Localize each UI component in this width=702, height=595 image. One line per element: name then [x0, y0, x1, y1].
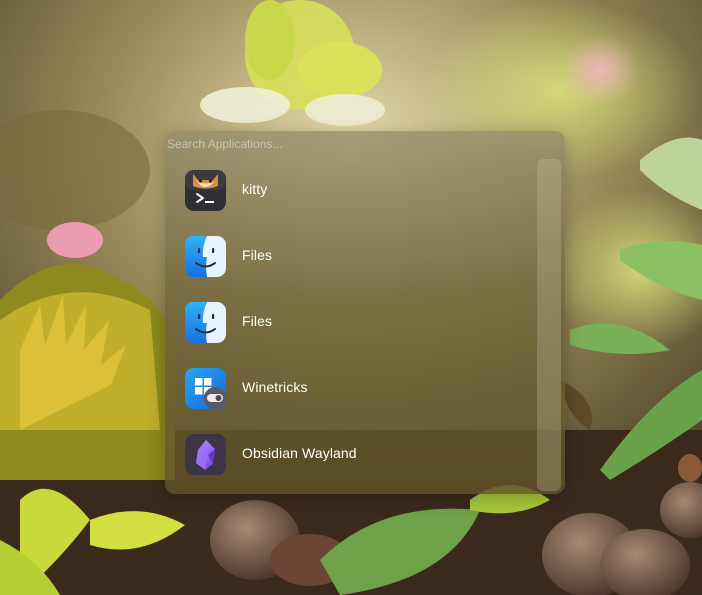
app-label-kitty: kitty	[242, 181, 268, 197]
app-label-files: Files	[242, 247, 273, 263]
scrollbar-thumb[interactable]	[537, 159, 561, 491]
finder-icon	[184, 235, 227, 278]
app-label-files: Files	[242, 313, 273, 329]
app-launcher: kitty	[165, 131, 565, 494]
app-item-files[interactable]: Files	[165, 289, 537, 355]
winetricks-icon	[184, 367, 227, 410]
app-item-winetricks[interactable]: Winetricks	[165, 355, 537, 421]
finder-icon	[184, 301, 227, 344]
app-item-files[interactable]: Files	[165, 223, 537, 289]
scrollbar-track[interactable]	[537, 159, 561, 491]
app-list: kitty Files Files Winetricks Obsidian Wa…	[165, 157, 537, 487]
desktop: kitty	[0, 0, 702, 595]
search-input[interactable]	[165, 131, 537, 157]
app-item-kitty[interactable]: kitty	[165, 157, 537, 223]
obsidian-icon	[184, 433, 227, 476]
app-item-obsidian-wayland[interactable]: Obsidian Wayland	[165, 421, 537, 487]
app-label-obsidian-wayland: Obsidian Wayland	[242, 445, 357, 461]
app-label-winetricks: Winetricks	[242, 379, 308, 395]
kitty-terminal-icon	[184, 169, 227, 212]
